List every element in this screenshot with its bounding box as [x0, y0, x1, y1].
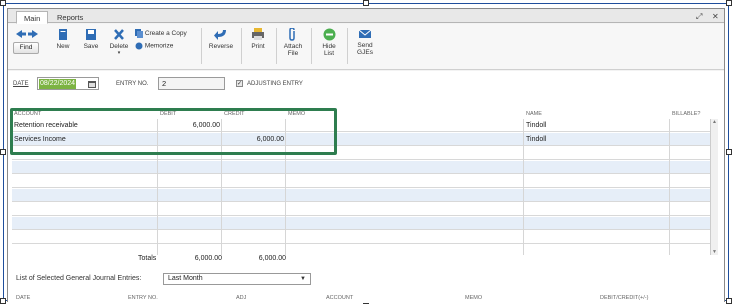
column-header-name[interactable]: NAME — [524, 109, 542, 119]
name-cell[interactable]: Tindoll — [524, 133, 548, 146]
column-header-credit[interactable]: CREDIT — [222, 109, 244, 119]
column-header-memo[interactable]: MEMO — [286, 109, 305, 119]
totals-label: Totals — [138, 255, 157, 262]
journal-entry-form: DATE 08/22/2024 ENTRY NO. 2 ✓ ADJUSTING … — [8, 71, 724, 303]
name-cell[interactable]: Tindoll — [524, 119, 548, 132]
list-header-adj[interactable]: ADJ — [236, 293, 246, 303]
column-divider — [221, 119, 222, 255]
copy-icon — [135, 29, 143, 38]
resize-handle-bottom-right[interactable] — [726, 298, 732, 304]
resize-handle-top[interactable] — [363, 0, 369, 6]
credit-cell[interactable] — [222, 119, 286, 132]
column-divider — [669, 119, 670, 255]
adjusting-entry-checkbox[interactable]: ✓ — [236, 80, 243, 87]
column-divider — [285, 119, 286, 255]
calendar-icon[interactable] — [88, 80, 96, 88]
journal-lines-grid: ACCOUNT DEBIT CREDIT MEMO NAME BILLABLE?… — [12, 109, 718, 255]
tab-reports[interactable]: Reports — [50, 11, 90, 24]
entry-no-field[interactable]: 2 — [158, 77, 225, 90]
delete-x-icon — [114, 29, 124, 40]
list-header-memo[interactable]: MEMO — [465, 293, 482, 303]
save-button[interactable]: Save — [80, 28, 102, 50]
make-journal-entries-window: Main Reports ⤢ ✕ Find New Save Delete ▾ … — [7, 8, 725, 303]
toolbar-separator — [241, 28, 242, 64]
dropdown-arrow-icon: ▼ — [300, 276, 306, 282]
total-credit: 6,000.00 — [258, 255, 286, 262]
credit-cell[interactable]: 6,000.00 — [222, 133, 286, 146]
resize-handle-bottom-left[interactable] — [0, 298, 6, 304]
adjusting-entry-label: ADJUSTING ENTRY — [247, 81, 303, 87]
debit-cell[interactable]: 6,000.00 — [158, 119, 222, 132]
prev-next-arrows-icon[interactable] — [14, 29, 40, 39]
print-button[interactable]: Print — [246, 28, 270, 50]
scroll-down-icon[interactable]: ▼ — [711, 249, 718, 255]
memorize-button[interactable]: Memorize — [135, 42, 195, 50]
paperclip-icon — [289, 28, 295, 41]
save-icon — [86, 29, 96, 40]
new-document-icon — [59, 29, 67, 40]
account-cell[interactable]: Retention receivable — [12, 119, 80, 132]
toolbar-separator — [311, 28, 312, 64]
resize-handle-top-right[interactable] — [726, 0, 732, 6]
expand-icon[interactable]: ⤢ — [696, 12, 702, 22]
vertical-scrollbar[interactable]: ▲ ▼ — [710, 119, 718, 255]
printer-icon — [252, 28, 264, 40]
resize-handle-right[interactable] — [726, 149, 732, 155]
tab-main[interactable]: Main — [16, 11, 49, 24]
account-cell[interactable]: Services Income — [12, 133, 68, 146]
entries-filter-select[interactable]: Last Month ▼ — [163, 273, 311, 285]
delete-button[interactable]: Delete ▾ — [107, 28, 131, 57]
scroll-up-icon[interactable]: ▲ — [711, 119, 718, 125]
table-row[interactable] — [12, 189, 710, 202]
create-copy-button[interactable]: Create a Copy — [135, 29, 195, 38]
attach-file-button[interactable]: Attach File — [280, 28, 306, 57]
hide-list-button[interactable]: Hide List — [316, 28, 342, 57]
table-row[interactable] — [12, 217, 710, 230]
dropdown-arrow-icon: ▾ — [117, 50, 121, 56]
column-header-billable[interactable]: BILLABLE? — [670, 109, 700, 119]
toolbar-separator — [276, 28, 277, 64]
resize-handle-top-left[interactable] — [0, 0, 6, 6]
total-debit: 6,000.00 — [194, 255, 222, 262]
table-row[interactable]: Services Income 6,000.00 Tindoll — [12, 133, 710, 146]
hide-list-icon — [323, 28, 335, 41]
column-divider — [523, 119, 524, 255]
envelope-icon — [358, 29, 372, 38]
list-header-date[interactable]: DATE — [16, 293, 30, 303]
reverse-arrow-icon — [214, 30, 226, 40]
memorize-icon — [135, 42, 143, 50]
toolbar-separator — [347, 28, 348, 64]
toolbar-separator — [201, 28, 202, 64]
table-row[interactable] — [12, 175, 710, 188]
list-header-entry-no[interactable]: ENTRY NO. — [128, 293, 158, 303]
debit-cell[interactable] — [158, 133, 222, 146]
close-icon[interactable]: ✕ — [712, 12, 719, 21]
reverse-button[interactable]: Reverse — [206, 28, 236, 50]
column-header-account[interactable]: ACCOUNT — [12, 109, 41, 119]
table-row[interactable]: Retention receivable 6,000.00 Tindoll — [12, 119, 710, 132]
date-value: 08/22/2024 — [39, 79, 77, 89]
date-field[interactable]: 08/22/2024 — [37, 77, 99, 90]
column-header-debit[interactable]: DEBIT — [158, 109, 176, 119]
table-row[interactable] — [12, 147, 710, 160]
tab-bar: Main Reports ⤢ ✕ — [8, 9, 724, 24]
send-gjes-button[interactable]: Send GJEs — [352, 28, 378, 56]
resize-handle-left[interactable] — [0, 149, 6, 155]
find-button[interactable]: Find — [13, 42, 39, 54]
date-label: DATE — [13, 81, 29, 87]
table-row[interactable] — [12, 203, 710, 216]
table-row[interactable] — [12, 231, 710, 244]
list-header-debit-credit[interactable]: DEBIT/CREDIT(+/-) — [600, 293, 648, 303]
entry-no-label: ENTRY NO. — [116, 81, 149, 87]
toolbar: Find New Save Delete ▾ Create a Copy Mem… — [8, 24, 724, 70]
column-divider — [157, 119, 158, 255]
list-header-account[interactable]: ACCOUNT — [326, 293, 353, 303]
selected-entries-label: List of Selected General Journal Entries… — [16, 275, 142, 282]
table-row[interactable] — [12, 161, 710, 174]
new-button[interactable]: New — [52, 28, 74, 50]
